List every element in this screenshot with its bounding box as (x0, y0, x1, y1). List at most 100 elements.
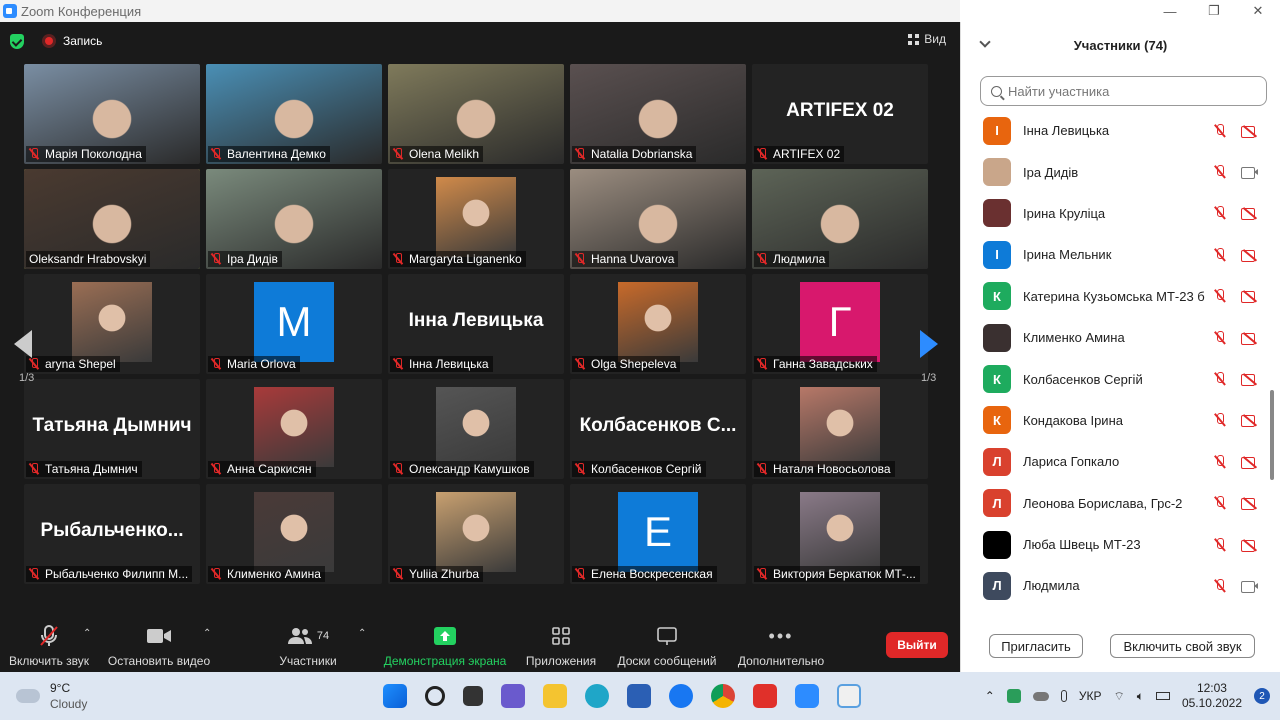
participant-status-icons (1213, 165, 1259, 180)
weather-widget[interactable]: 9°C Cloudy (16, 680, 87, 712)
start-icon[interactable] (383, 684, 407, 708)
participant-video-tile[interactable]: Анна Саркисян (206, 379, 382, 479)
participant-video-tile[interactable]: Іра Дидів (206, 169, 382, 269)
volume-icon[interactable]: 🔈︎ (1137, 689, 1144, 704)
participant-video-tile[interactable]: M Maria Orlova (206, 274, 382, 374)
participant-list-item[interactable]: Люба Швець МТ-23 (961, 524, 1271, 565)
participant-video-tile[interactable]: aryna Shepel (24, 274, 200, 374)
close-button[interactable]: ✕ (1236, 3, 1280, 19)
participant-video-tile[interactable]: Hanna Uvarova (570, 169, 746, 269)
participant-video-tile[interactable]: Г Ганна Завадських (752, 274, 928, 374)
snipping-tool-icon[interactable] (837, 684, 861, 708)
chrome-icon[interactable] (711, 684, 735, 708)
onedrive-icon[interactable] (1032, 691, 1049, 701)
share-screen-button[interactable]: Демонстрация экрана (380, 624, 510, 668)
tray-chevron-icon[interactable]: ⌃ (985, 689, 995, 703)
participant-status-icons (1213, 454, 1259, 469)
participant-name-label: Інна Левицька (390, 356, 493, 372)
zoom-taskbar-icon[interactable] (795, 684, 819, 708)
participants-button[interactable]: 74 Участники (272, 624, 344, 668)
participant-video-tile[interactable]: Колбасенков С... Колбасенков Сергій (570, 379, 746, 479)
participant-name: Виктория Беркатюк МТ-... (773, 567, 916, 581)
participant-video-tile[interactable]: Olena Melikh (388, 64, 564, 164)
participant-list-item[interactable]: К Катерина Кузьомська МТ-23 б (961, 276, 1271, 317)
microphone-tray-icon[interactable] (1060, 690, 1067, 702)
search-taskbar-icon[interactable] (425, 686, 445, 706)
whiteboards-button[interactable]: Доски сообщений (612, 624, 722, 668)
participant-name-label: Natalia Dobrianska (572, 146, 697, 162)
participant-list-item[interactable]: Ірина Круліца (961, 193, 1271, 234)
page-indicator-left: 1/3 (19, 372, 35, 384)
store-icon[interactable] (627, 684, 651, 708)
participant-list-item[interactable]: К Колбасенков Сергій (961, 358, 1271, 399)
participant-name-label: Olga Shepeleva (572, 356, 681, 372)
previous-page-button[interactable] (14, 330, 32, 358)
maximize-button[interactable]: ❐ (1192, 3, 1236, 19)
participant-search-input[interactable]: Найти участника (980, 76, 1267, 106)
participant-avatar (436, 387, 516, 467)
unmute-label: Включить звук (8, 654, 90, 668)
participant-video-tile[interactable]: Марія Поколодна (24, 64, 200, 164)
participant-name: Кондакова Ірина (1023, 412, 1123, 428)
security-shield-icon[interactable] (10, 33, 24, 49)
participant-list-item[interactable]: І Ірина Мельник (961, 234, 1271, 275)
wps-icon[interactable] (753, 684, 777, 708)
participant-video-tile[interactable]: Olga Shepeleva (570, 274, 746, 374)
mic-muted-icon (1213, 372, 1227, 386)
collapse-chevron-icon[interactable] (979, 36, 991, 48)
participant-list-item[interactable]: Клименко Амина (961, 317, 1271, 358)
participant-video-tile[interactable]: Татьяна Дымнич Татьяна Дымнич (24, 379, 200, 479)
participant-list-item[interactable]: Л Лариса Гопкало (961, 441, 1271, 482)
taskbar-apps (383, 684, 861, 708)
participant-video-tile[interactable]: Margaryta Liganenko (388, 169, 564, 269)
participant-name: Natalia Dobrianska (591, 147, 693, 161)
participant-name-label: aryna Shepel (26, 356, 120, 372)
minimize-button[interactable]: — (1148, 4, 1192, 19)
participant-video-tile[interactable]: Клименко Амина (206, 484, 382, 584)
participant-list-item[interactable]: Л Леонова Борислава, Грс-2 (961, 483, 1271, 524)
recording-indicator[interactable]: Запись (42, 34, 102, 48)
participant-video-tile[interactable]: Natalia Dobrianska (570, 64, 746, 164)
participant-list-item[interactable]: Іра Дидів (961, 151, 1271, 192)
file-explorer-icon[interactable] (543, 684, 567, 708)
participant-video-tile[interactable]: ARTIFEX 02 ARTIFEX 02 (752, 64, 928, 164)
edge-icon[interactable] (585, 684, 609, 708)
wifi-icon[interactable]: ⌔ (1113, 689, 1124, 704)
participant-video-tile[interactable]: Рыбальченко... Рыбальченко Филипп М... (24, 484, 200, 584)
tray-app-icon[interactable] (1006, 689, 1021, 703)
participant-list-item[interactable]: К Кондакова Ірина (961, 400, 1271, 441)
apps-button[interactable]: Приложения (522, 624, 600, 668)
participant-video-tile[interactable]: Валентина Демко (206, 64, 382, 164)
participant-video-tile[interactable]: Інна Левицька Інна Левицька (388, 274, 564, 374)
clock[interactable]: 12:03 05.10.2022 (1182, 681, 1242, 711)
participants-scrollbar[interactable] (1270, 390, 1274, 480)
facebook-icon[interactable] (669, 684, 693, 708)
view-button[interactable]: Вид (908, 32, 946, 46)
participant-video-tile[interactable]: E Елена Воскресенская (570, 484, 746, 584)
participants-options-chevron-icon[interactable]: ⌃ (358, 628, 366, 639)
mic-muted-icon (211, 253, 221, 265)
participant-name-label: Hanna Uvarova (572, 251, 679, 267)
audio-options-chevron-icon[interactable]: ⌃ (83, 628, 91, 639)
participant-video-tile[interactable]: Yuliia Zhurba (388, 484, 564, 584)
invite-button[interactable]: Пригласить (989, 634, 1083, 658)
stop-video-button[interactable]: Остановить видео (106, 624, 212, 668)
battery-icon[interactable] (1155, 692, 1170, 700)
participant-video-tile[interactable]: Олександр Камушков (388, 379, 564, 479)
task-view-icon[interactable] (463, 686, 483, 706)
unmute-button[interactable]: Включить звук (8, 624, 90, 668)
notifications-badge[interactable]: 2 (1254, 688, 1270, 704)
participant-list-item[interactable]: Л Людмила (961, 565, 1271, 606)
participant-video-tile[interactable]: Виктория Беркатюк МТ-... (752, 484, 928, 584)
unmute-me-button[interactable]: Включить свой звук (1110, 634, 1255, 658)
participant-video-tile[interactable]: Наталя Новосьолова (752, 379, 928, 479)
video-options-chevron-icon[interactable]: ⌃ (203, 628, 211, 639)
next-page-button[interactable] (920, 330, 938, 358)
leave-button[interactable]: Выйти (886, 632, 948, 658)
language-indicator[interactable]: УКР (1079, 689, 1102, 703)
participant-list-item[interactable]: І Інна Левицька (961, 110, 1271, 151)
participant-video-tile[interactable]: Людмила (752, 169, 928, 269)
more-button[interactable]: ••• Дополнительно (732, 624, 830, 669)
participant-video-tile[interactable]: Oleksandr Hrabovskyi (24, 169, 200, 269)
teams-chat-icon[interactable] (501, 684, 525, 708)
